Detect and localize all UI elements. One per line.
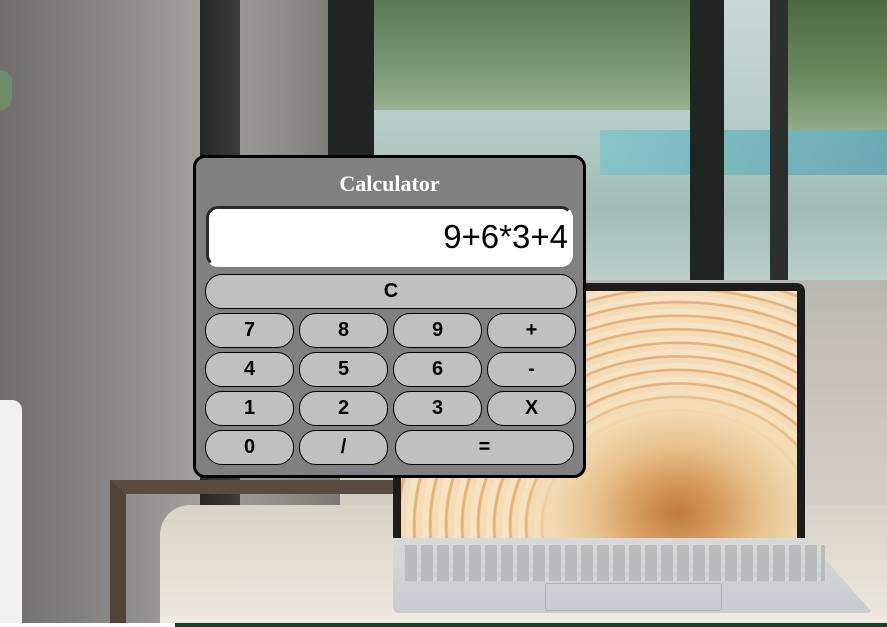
laptop-keyboard-image — [405, 545, 825, 581]
page-bottom-strip — [0, 623, 175, 627]
digit-1-button[interactable]: 1 — [205, 391, 294, 426]
vase-image — [0, 400, 22, 627]
window-frame — [770, 0, 788, 300]
page-bottom-strip — [175, 623, 887, 627]
digit-0-button[interactable]: 0 — [205, 430, 294, 465]
plant-leaf-image — [0, 70, 12, 110]
pool-image — [600, 130, 887, 175]
digit-7-button[interactable]: 7 — [205, 313, 294, 348]
equals-button[interactable]: = — [395, 430, 574, 465]
window-frame — [690, 0, 724, 300]
digit-5-button[interactable]: 5 — [299, 352, 388, 387]
digit-9-button[interactable]: 9 — [393, 313, 482, 348]
digit-4-button[interactable]: 4 — [205, 352, 294, 387]
calculator-panel: Calculator C 7 8 9 + 4 5 6 - 1 2 3 X 0 /… — [193, 155, 586, 478]
digit-8-button[interactable]: 8 — [299, 313, 388, 348]
digit-2-button[interactable]: 2 — [299, 391, 388, 426]
digit-3-button[interactable]: 3 — [393, 391, 482, 426]
calculator-title: Calculator — [339, 171, 440, 196]
laptop-trackpad-image — [545, 583, 722, 611]
digit-6-button[interactable]: 6 — [393, 352, 482, 387]
foliage-image-right — [780, 0, 887, 130]
plus-button[interactable]: + — [487, 313, 576, 348]
minus-button[interactable]: - — [487, 352, 576, 387]
calculator-display[interactable] — [206, 206, 573, 267]
multiply-button[interactable]: X — [487, 391, 576, 426]
clear-button[interactable]: C — [205, 274, 577, 309]
foliage-image — [360, 0, 690, 110]
divide-button[interactable]: / — [299, 430, 388, 465]
chair-frame-image — [110, 480, 410, 627]
